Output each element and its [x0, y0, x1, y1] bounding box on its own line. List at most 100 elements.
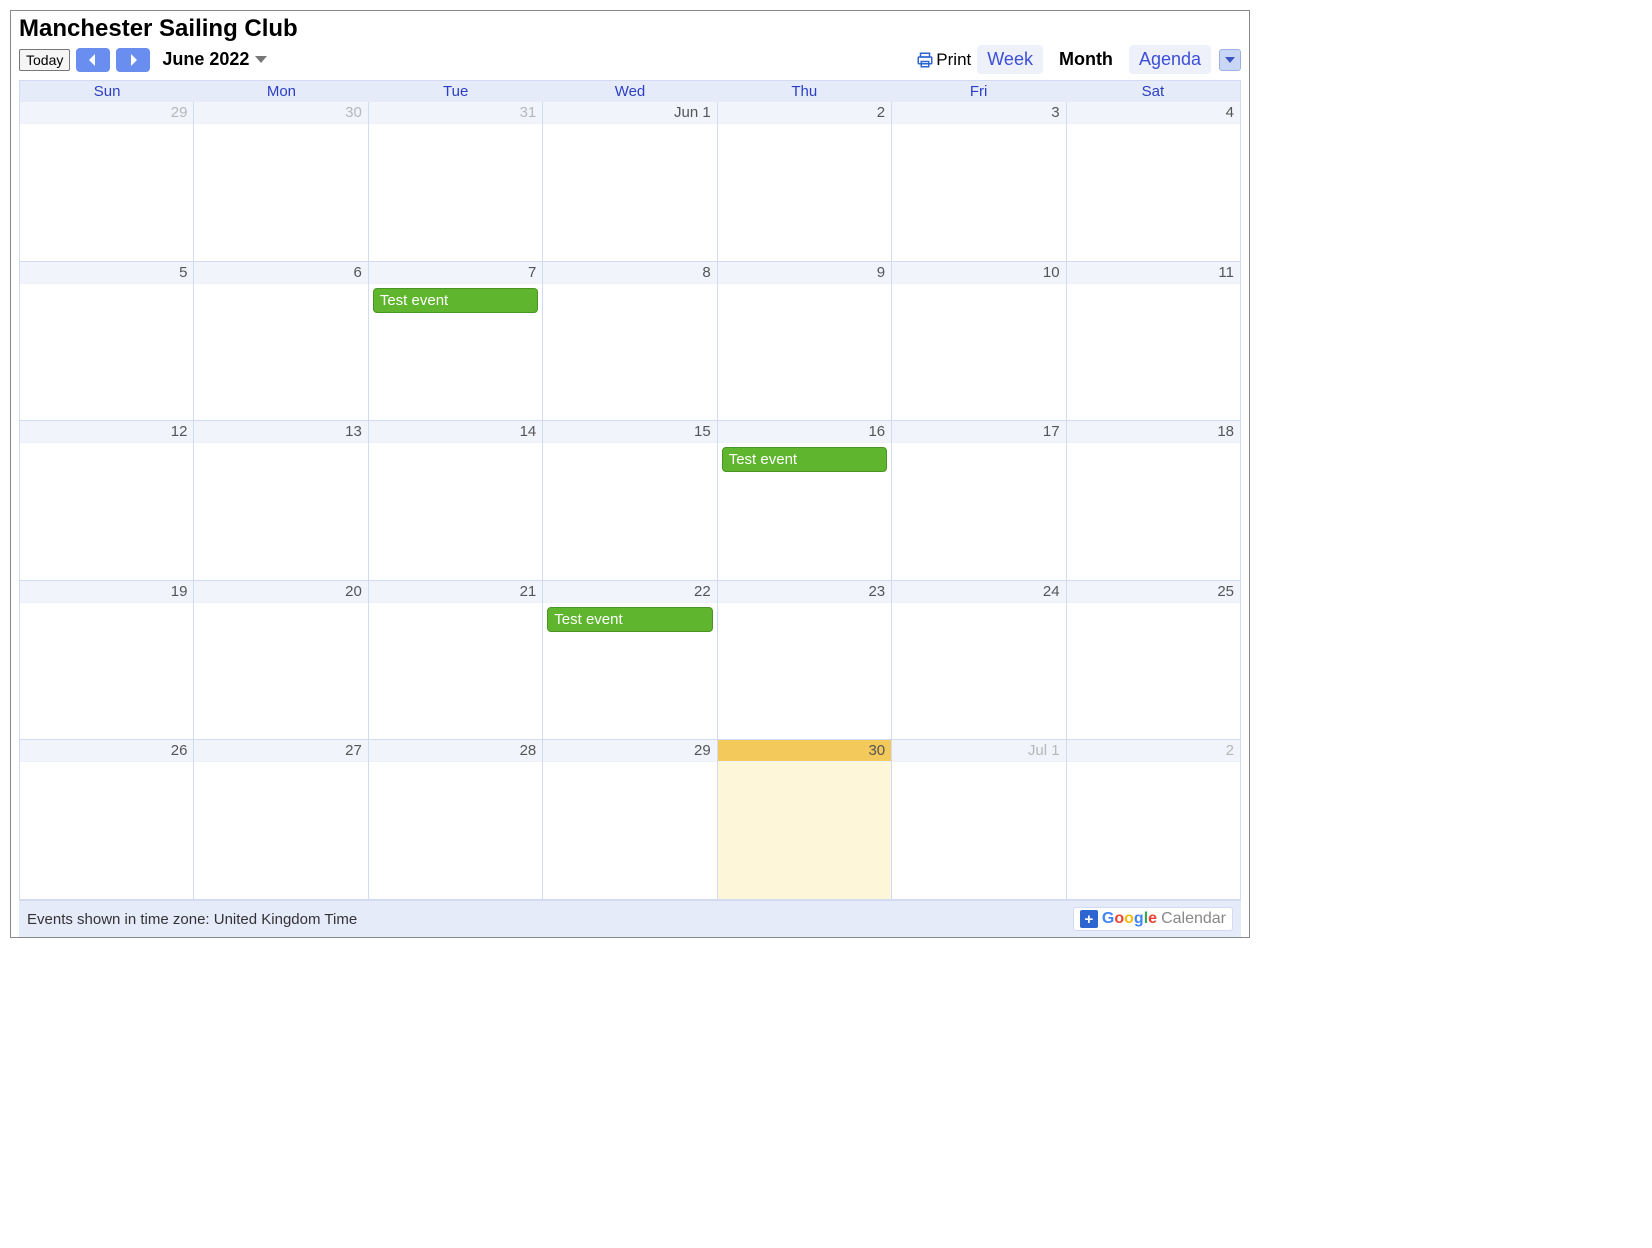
date-number: 29 — [543, 740, 716, 762]
date-number: 4 — [1067, 102, 1240, 124]
calendar-day-cell[interactable]: 10 — [892, 262, 1066, 422]
calendar-body: SunMonTueWedThuFriSat 293031Jun 1234567T… — [11, 80, 1249, 937]
calendar-day-cell[interactable]: 11 — [1067, 262, 1241, 422]
calendar-day-cell[interactable]: 12 — [20, 421, 194, 581]
date-number: 29 — [20, 102, 193, 124]
print-label: Print — [936, 50, 971, 70]
calendar-day-cell[interactable]: Jun 1 — [543, 102, 717, 262]
next-button[interactable] — [116, 48, 150, 72]
calendar-day-cell[interactable]: 17 — [892, 421, 1066, 581]
date-number: 23 — [718, 581, 891, 603]
month-picker[interactable]: June 2022 — [162, 49, 267, 70]
tab-month[interactable]: Month — [1049, 45, 1123, 74]
toolbar: Today June 2022 Print Week Month Agenda — [11, 45, 1249, 80]
date-number: 2 — [1067, 740, 1240, 762]
date-number: 6 — [194, 262, 367, 284]
calendar-day-cell[interactable]: 22 Test event — [543, 581, 717, 741]
print-button[interactable]: Print — [916, 50, 971, 70]
calendar-day-cell[interactable]: 2 — [1067, 740, 1241, 900]
calendar-day-cell[interactable]: 21 — [369, 581, 543, 741]
date-number: 10 — [892, 262, 1065, 284]
printer-icon — [916, 51, 934, 69]
date-number: 13 — [194, 421, 367, 443]
date-number: 14 — [369, 421, 542, 443]
plus-icon: + — [1080, 910, 1098, 928]
timezone-text: Events shown in time zone: United Kingdo… — [27, 911, 357, 928]
day-of-week-label: Tue — [369, 81, 543, 102]
calendar-day-cell[interactable]: 29 — [20, 102, 194, 262]
today-button[interactable]: Today — [19, 49, 70, 71]
more-menu-button[interactable] — [1219, 49, 1241, 71]
month-label-text: June 2022 — [162, 49, 249, 70]
calendar-grid: 293031Jun 1234567Test event8910111213141… — [19, 102, 1241, 900]
date-number: 27 — [194, 740, 367, 762]
calendar-day-cell[interactable]: 13 — [194, 421, 368, 581]
date-number: 18 — [1067, 421, 1240, 443]
day-of-week-label: Fri — [891, 81, 1065, 102]
calendar-day-cell[interactable]: 3 — [892, 102, 1066, 262]
day-of-week-label: Mon — [194, 81, 368, 102]
date-number: 12 — [20, 421, 193, 443]
dropdown-icon — [255, 56, 267, 63]
date-number: 9 — [718, 262, 891, 284]
date-number: 30 — [194, 102, 367, 124]
calendar-day-cell[interactable]: 5 — [20, 262, 194, 422]
date-number: 24 — [892, 581, 1065, 603]
calendar-day-cell[interactable]: 4 — [1067, 102, 1241, 262]
calendar-footer: Events shown in time zone: United Kingdo… — [19, 900, 1241, 937]
calendar-day-cell[interactable]: 20 — [194, 581, 368, 741]
calendar-day-cell[interactable]: 14 — [369, 421, 543, 581]
tab-agenda[interactable]: Agenda — [1129, 45, 1211, 74]
calendar-day-cell[interactable]: 27 — [194, 740, 368, 900]
calendar-day-cell[interactable]: 9 — [718, 262, 892, 422]
date-number: 15 — [543, 421, 716, 443]
date-number: 25 — [1067, 581, 1240, 603]
date-number: 21 — [369, 581, 542, 603]
calendar-day-cell[interactable]: 30 — [194, 102, 368, 262]
google-logo-text: Google — [1102, 910, 1157, 928]
calendar-event[interactable]: Test event — [373, 288, 538, 313]
calendar-day-cell[interactable]: 23 — [718, 581, 892, 741]
date-number: 11 — [1067, 262, 1240, 284]
calendar-day-cell[interactable]: 19 — [20, 581, 194, 741]
calendar-day-cell[interactable]: Jul 1 — [892, 740, 1066, 900]
date-number: 7 — [369, 262, 542, 284]
chevron-right-icon — [128, 54, 138, 66]
prev-button[interactable] — [76, 48, 110, 72]
date-number: 16 — [718, 421, 891, 443]
calendar-day-cell[interactable]: 16 Test event — [718, 421, 892, 581]
day-of-week-label: Sat — [1066, 81, 1240, 102]
date-number: 20 — [194, 581, 367, 603]
tab-week[interactable]: Week — [977, 45, 1043, 74]
calendar-day-cell[interactable]: 25 — [1067, 581, 1241, 741]
calendar-event[interactable]: Test event — [722, 447, 887, 472]
calendar-day-cell[interactable]: 30 — [718, 740, 892, 900]
calendar-day-cell[interactable]: 2 — [718, 102, 892, 262]
dropdown-icon — [1225, 57, 1235, 63]
chevron-left-icon — [88, 54, 98, 66]
calendar-day-cell[interactable]: 6 — [194, 262, 368, 422]
date-number: 19 — [20, 581, 193, 603]
calendar-day-cell[interactable]: 7 Test event — [369, 262, 543, 422]
day-of-week-label: Sun — [20, 81, 194, 102]
calendar-day-cell[interactable]: 31 — [369, 102, 543, 262]
date-number: Jul 1 — [892, 740, 1065, 762]
calendar-day-cell[interactable]: 26 — [20, 740, 194, 900]
date-number: 5 — [20, 262, 193, 284]
date-number: 30 — [718, 740, 891, 762]
date-number: 3 — [892, 102, 1065, 124]
date-number: Jun 1 — [543, 102, 716, 124]
day-of-week-label: Thu — [717, 81, 891, 102]
calendar-day-cell[interactable]: 29 — [543, 740, 717, 900]
calendar-day-cell[interactable]: 15 — [543, 421, 717, 581]
calendar-day-cell[interactable]: 28 — [369, 740, 543, 900]
calendar-day-cell[interactable]: 24 — [892, 581, 1066, 741]
date-number: 22 — [543, 581, 716, 603]
calendar-day-cell[interactable]: 18 — [1067, 421, 1241, 581]
calendar-day-cell[interactable]: 8 — [543, 262, 717, 422]
calendar-event[interactable]: Test event — [547, 607, 712, 632]
date-number: 31 — [369, 102, 542, 124]
add-to-google-calendar-button[interactable]: + Google Calendar — [1073, 907, 1233, 931]
date-number: 8 — [543, 262, 716, 284]
calendar-frame: Manchester Sailing Club Today June 2022 … — [10, 10, 1250, 938]
